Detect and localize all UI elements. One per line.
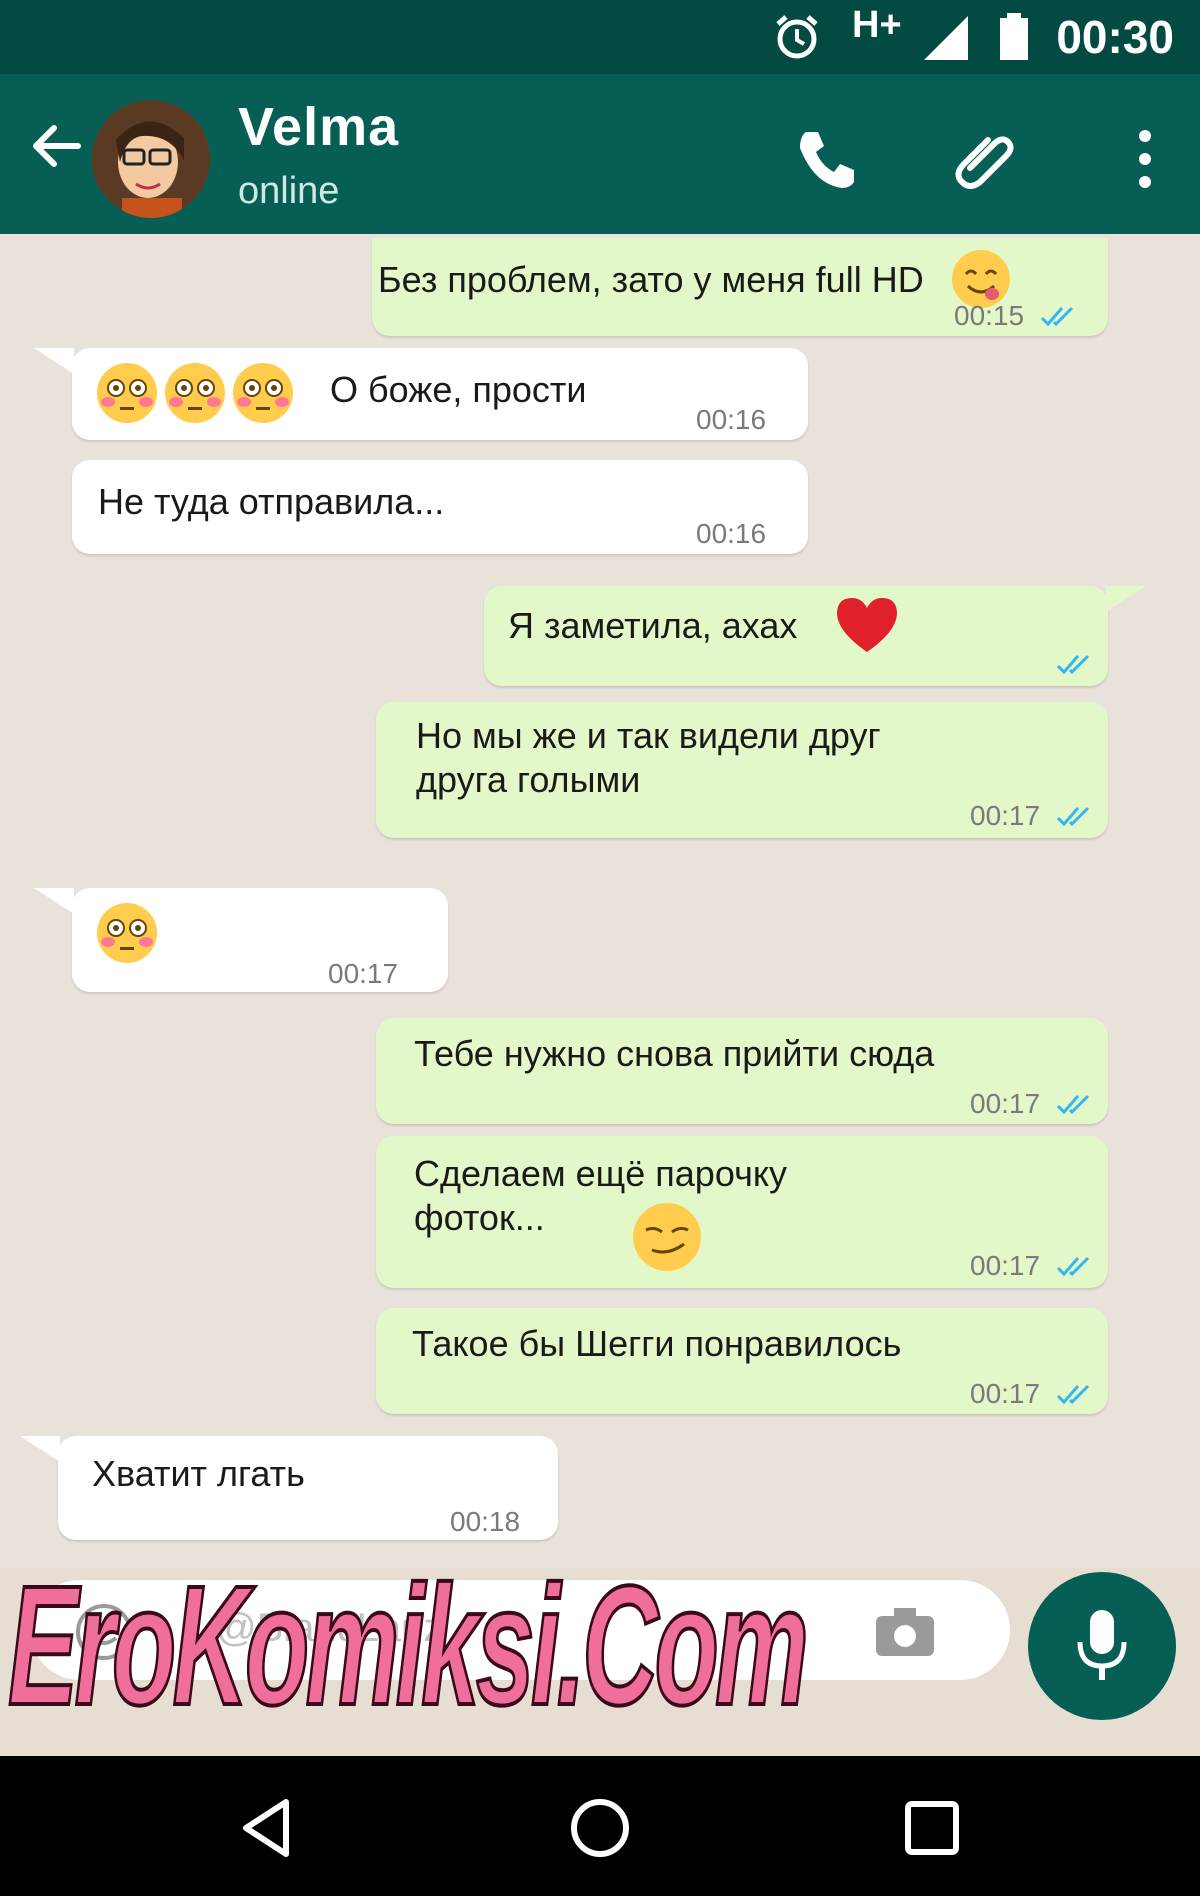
nav-recents-icon[interactable] bbox=[900, 1796, 964, 1860]
network-type-label: H+ bbox=[852, 4, 902, 46]
message-outgoing[interactable]: Я заметила, ахах bbox=[484, 586, 1146, 686]
message-text: Я заметила, ахах bbox=[508, 605, 798, 646]
back-arrow-icon[interactable] bbox=[26, 116, 86, 176]
message-outgoing[interactable]: Тебе нужно снова прийти сюда 00:17 bbox=[376, 1018, 1108, 1124]
message-text: Хватит лгать bbox=[92, 1453, 305, 1494]
nav-back-icon[interactable] bbox=[236, 1796, 300, 1860]
nav-home-icon[interactable] bbox=[568, 1796, 632, 1860]
read-receipt-icon bbox=[1056, 1094, 1090, 1115]
camera-icon[interactable] bbox=[872, 1604, 938, 1660]
message-outgoing[interactable]: Но мы же и так видели друг друга голыми … bbox=[376, 702, 1108, 838]
system-navigation-bar bbox=[0, 1756, 1200, 1896]
read-receipt-icon bbox=[1056, 1256, 1090, 1277]
contact-name[interactable]: Velma bbox=[238, 96, 399, 158]
chat-header: Velma online bbox=[0, 74, 1200, 234]
message-list[interactable]: Без проблем, зато у меня full HD 00:15 О… bbox=[0, 234, 1200, 1568]
more-options-icon[interactable] bbox=[1110, 124, 1180, 194]
battery-icon bbox=[1000, 13, 1028, 60]
message-incoming[interactable]: Хватит лгать 00:18 bbox=[20, 1436, 558, 1540]
voice-record-button[interactable] bbox=[1028, 1572, 1176, 1720]
watermark: EroKomiksi.Com bbox=[7, 1549, 810, 1743]
message-outgoing[interactable]: Такое бы Шегги понравилось 00:17 bbox=[376, 1308, 1108, 1414]
red-heart-emoji-icon bbox=[837, 598, 897, 652]
flushed-emoji-icon bbox=[233, 363, 293, 423]
message-text: Сделаем ещё парочку фоток... bbox=[414, 1153, 787, 1238]
message-time: 00:15 bbox=[954, 300, 1025, 331]
message-text: О боже, прости bbox=[330, 369, 587, 410]
flushed-emoji-icon bbox=[165, 363, 225, 423]
message-incoming[interactable]: Не туда отправила... 00:16 bbox=[72, 460, 808, 554]
message-time: 00:16 bbox=[696, 518, 767, 549]
contact-status: online bbox=[238, 170, 340, 212]
read-receipt-icon bbox=[1056, 1384, 1090, 1405]
attachment-icon[interactable] bbox=[950, 124, 1020, 194]
message-time: 00:16 bbox=[696, 404, 767, 435]
message-time: 00:17 bbox=[970, 800, 1041, 831]
alarm-icon bbox=[776, 15, 818, 59]
flushed-emoji-icon bbox=[97, 903, 157, 963]
microphone-icon bbox=[1077, 1610, 1127, 1680]
avatar[interactable] bbox=[92, 100, 210, 218]
message-time: 00:17 bbox=[970, 1378, 1041, 1409]
message-outgoing[interactable]: Сделаем ещё парочку фоток... 00:17 bbox=[376, 1136, 1108, 1288]
read-receipt-icon bbox=[1040, 306, 1074, 327]
message-incoming[interactable]: О боже, прости 00:16 bbox=[34, 348, 808, 440]
read-receipt-icon bbox=[1056, 806, 1090, 827]
read-receipt-icon bbox=[1056, 654, 1090, 675]
message-text: Без проблем, зато у меня full HD bbox=[378, 259, 924, 300]
message-text: Такое бы Шегги понравилось bbox=[412, 1323, 902, 1364]
phone-icon[interactable] bbox=[792, 124, 862, 194]
message-time: 00:17 bbox=[328, 958, 399, 989]
signal-icon bbox=[924, 16, 968, 60]
message-text: Тебе нужно снова прийти сюда bbox=[414, 1033, 935, 1074]
message-incoming[interactable]: 00:17 bbox=[34, 888, 448, 992]
message-text: Не туда отправила... bbox=[98, 481, 445, 522]
status-bar: H+ 00:30 bbox=[0, 0, 1200, 74]
smirk-emoji-icon bbox=[633, 1203, 701, 1271]
message-time: 00:18 bbox=[450, 1506, 521, 1537]
message-text: Но мы же и так видели друг друга голыми bbox=[416, 715, 881, 800]
message-outgoing[interactable]: Без проблем, зато у меня full HD 00:15 bbox=[372, 238, 1108, 336]
message-time: 00:17 bbox=[970, 1088, 1041, 1119]
status-time: 00:30 bbox=[1056, 11, 1174, 63]
flushed-emoji-icon bbox=[97, 363, 157, 423]
message-time: 00:17 bbox=[970, 1250, 1041, 1281]
